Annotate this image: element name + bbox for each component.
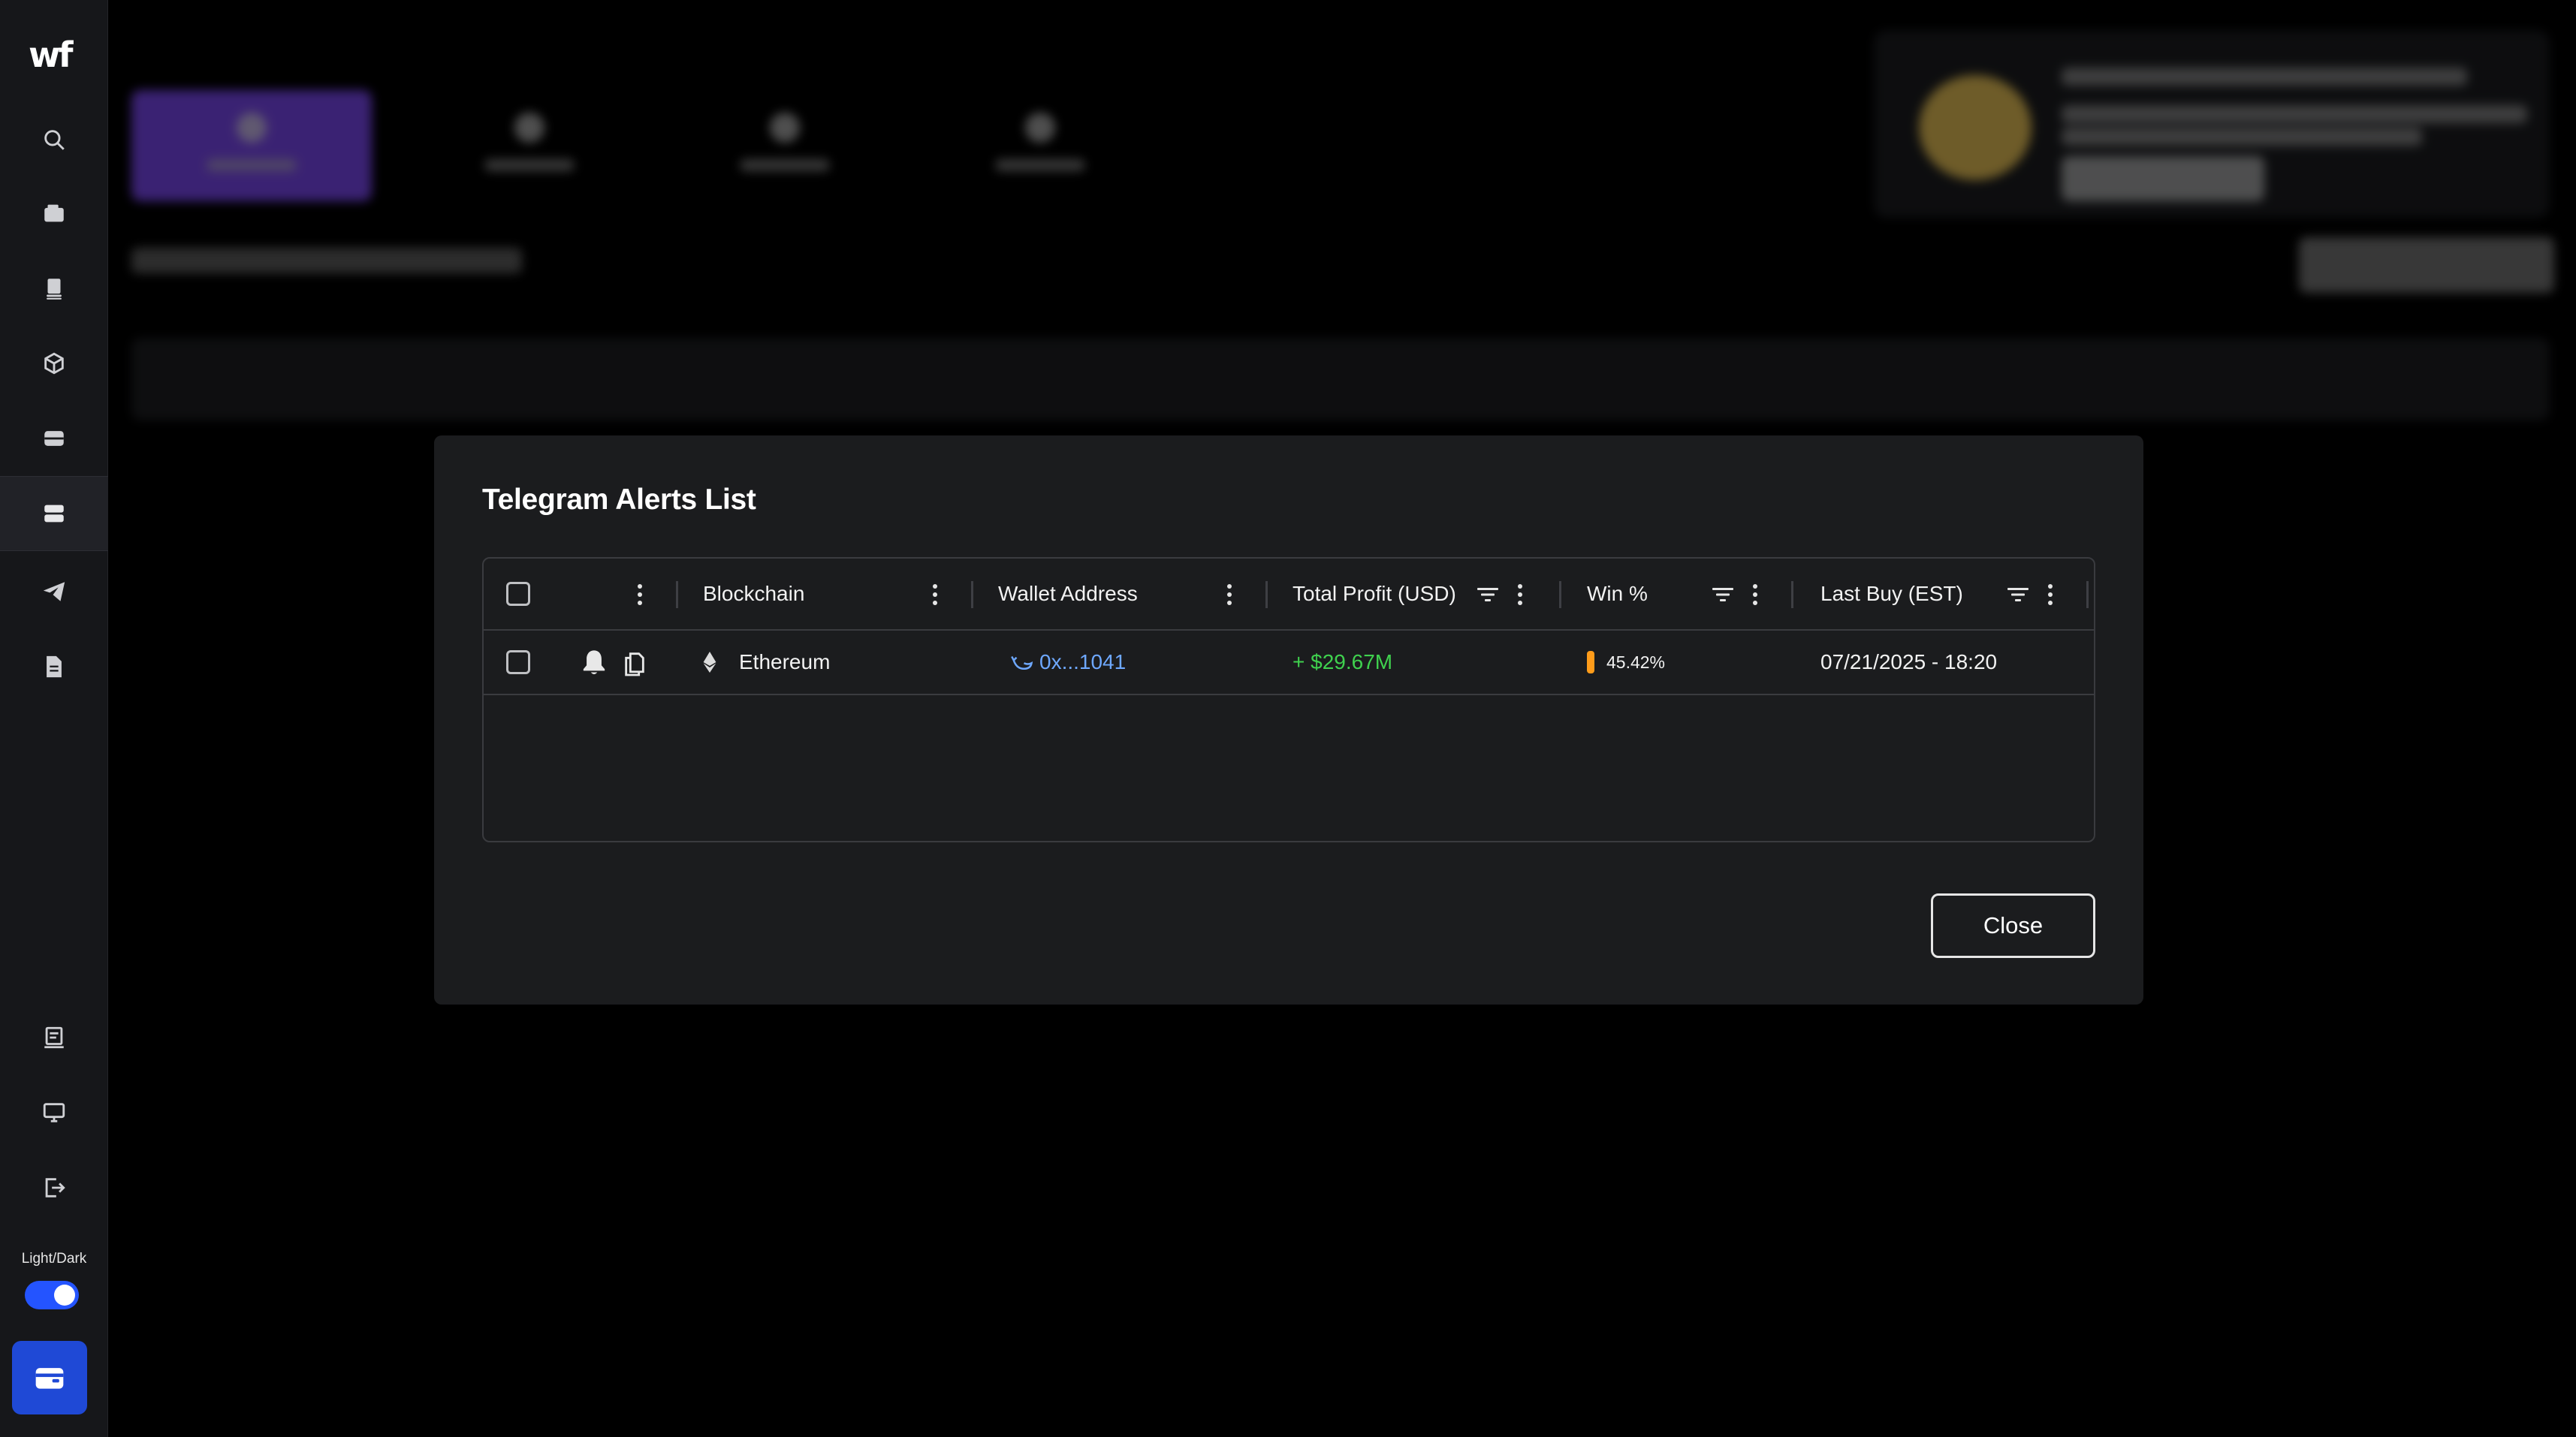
table-header: Blockchain Wallet Address Total Profit (… xyxy=(484,559,2094,631)
column-header-last-buy[interactable]: Last Buy (EST) xyxy=(1820,559,1963,629)
sidebar-item-telegram[interactable] xyxy=(0,554,108,629)
server-icon xyxy=(44,505,64,523)
wallet-icon xyxy=(44,204,64,222)
column-menu-icon[interactable] xyxy=(1746,559,1764,631)
column-menu-icon[interactable] xyxy=(926,559,944,631)
box-icon xyxy=(44,352,64,375)
wallet-address-link[interactable]: 0x...1041 xyxy=(1039,650,1126,674)
whale-icon xyxy=(1011,655,1033,670)
column-menu-icon[interactable] xyxy=(631,559,649,631)
bell-icon[interactable] xyxy=(581,648,607,676)
sidebar-item-server[interactable] xyxy=(0,476,108,551)
receipt-icon xyxy=(44,1026,64,1049)
select-all-checkbox[interactable] xyxy=(506,582,530,606)
blockchain-cell: Ethereum xyxy=(703,631,830,694)
background-subtitle xyxy=(131,248,522,273)
background-action-button xyxy=(2299,237,2554,293)
filter-icon[interactable] xyxy=(1475,559,1501,631)
column-header-blockchain[interactable]: Blockchain xyxy=(703,559,804,629)
toggle-knob xyxy=(54,1285,75,1306)
background-tab xyxy=(409,90,650,201)
win-percent-value: 45.42% xyxy=(1606,652,1666,672)
sidebar-item-reports[interactable] xyxy=(0,629,108,704)
theme-toggle-label: Light/Dark xyxy=(21,1251,87,1267)
document-stack-icon xyxy=(47,279,62,300)
logout-icon xyxy=(45,1178,65,1198)
column-header-win-percent[interactable]: Win % xyxy=(1587,559,1648,629)
theme-toggle[interactable] xyxy=(25,1281,79,1309)
row-select-cell xyxy=(506,631,530,694)
background-table-row xyxy=(131,338,2550,420)
background-tab xyxy=(665,90,905,201)
select-all-cell xyxy=(506,559,530,629)
column-header-total-profit[interactable]: Total Profit (USD) xyxy=(1293,559,1456,629)
column-menu-icon[interactable] xyxy=(2041,559,2059,631)
column-header-wallet-address[interactable]: Wallet Address xyxy=(998,559,1138,629)
monitor-icon xyxy=(43,1103,65,1122)
telegram-alerts-modal: Telegram Alerts List Blockchain Wallet A… xyxy=(434,435,2143,1005)
copy-icon[interactable] xyxy=(622,648,647,676)
sidebar-item-monitor[interactable] xyxy=(0,1075,108,1150)
filter-icon[interactable] xyxy=(2005,559,2031,631)
file-icon xyxy=(47,655,62,678)
sidebar-item-logout[interactable] xyxy=(0,1150,108,1225)
table-row[interactable]: Ethereum 0x...1041 + $29.67M 45.42% 07/2… xyxy=(484,631,2094,695)
alerts-table: Blockchain Wallet Address Total Profit (… xyxy=(482,557,2095,842)
sidebar-item-wallet[interactable] xyxy=(0,176,108,251)
wallet-card-icon xyxy=(35,1368,64,1389)
sidebar-item-inbox[interactable] xyxy=(0,401,108,476)
sidebar-item-documents[interactable] xyxy=(0,251,108,326)
app-logo[interactable]: wf xyxy=(29,35,73,75)
filter-icon[interactable] xyxy=(1710,559,1736,631)
column-menu-icon[interactable] xyxy=(1511,559,1529,631)
ethereum-icon xyxy=(703,652,716,673)
background-promo-banner xyxy=(1874,30,2550,218)
blockchain-name: Ethereum xyxy=(739,650,831,673)
total-profit-value: + $29.67M xyxy=(1293,650,1393,673)
column-menu-icon[interactable] xyxy=(1220,559,1238,631)
wallet-cell: 0x...1041 xyxy=(1011,631,1126,694)
close-button[interactable]: Close xyxy=(1931,893,2095,958)
sidebar-item-box[interactable] xyxy=(0,326,108,401)
last-buy-value: 07/21/2025 - 18:20 xyxy=(1820,650,1998,673)
win-percent-cell: 45.42% xyxy=(1587,631,1665,694)
row-checkbox[interactable] xyxy=(506,650,530,674)
row-actions xyxy=(581,631,647,694)
background-tab xyxy=(131,90,372,201)
sidebar: wf Light/Dark xyxy=(0,0,108,1437)
search-icon xyxy=(44,130,65,150)
win-indicator xyxy=(1587,651,1594,673)
send-icon xyxy=(43,582,65,601)
background-tab xyxy=(920,90,1160,201)
modal-title: Telegram Alerts List xyxy=(482,484,756,516)
sidebar-item-search[interactable] xyxy=(0,102,108,177)
inbox-icon xyxy=(44,431,64,446)
sidebar-item-receipts[interactable] xyxy=(0,1000,108,1075)
connect-wallet-button[interactable] xyxy=(12,1341,87,1414)
